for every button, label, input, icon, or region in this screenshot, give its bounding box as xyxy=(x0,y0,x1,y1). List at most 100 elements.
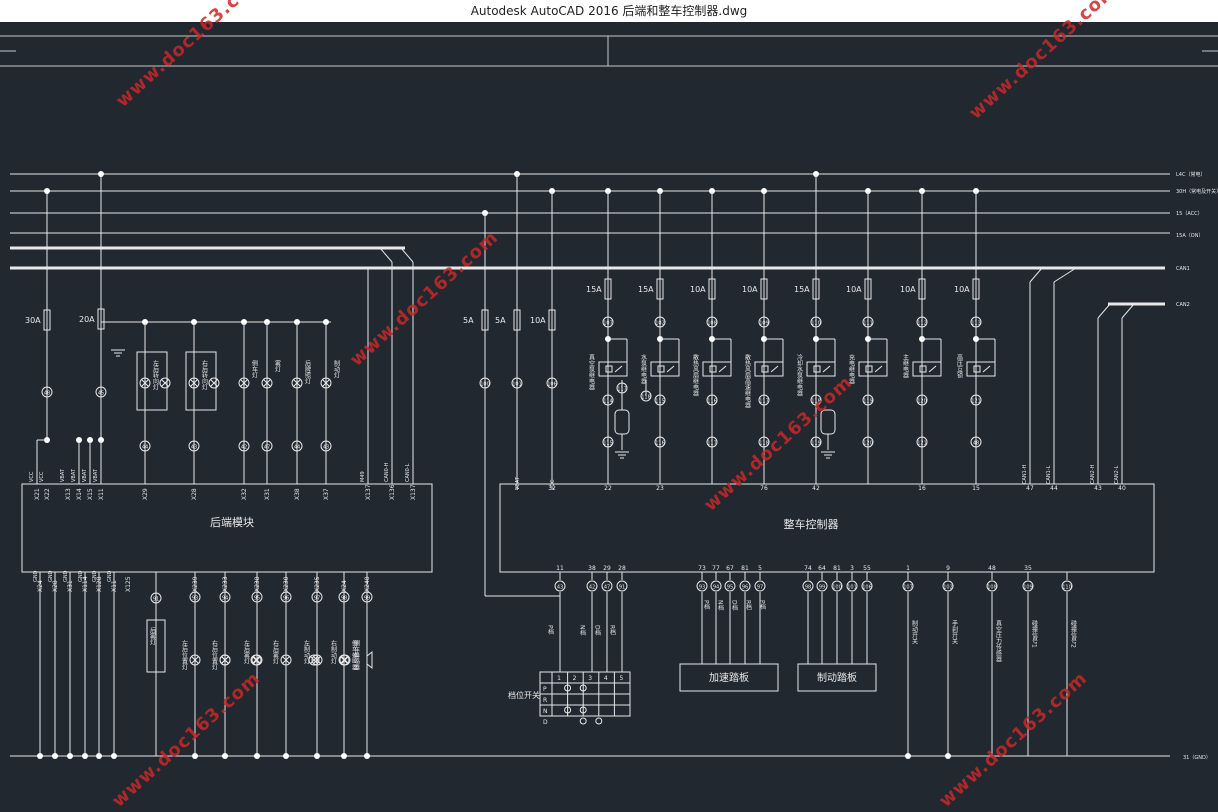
relay-icon[interactable] xyxy=(754,361,784,377)
rear-signal-label: VBAT xyxy=(71,468,77,482)
rear-pin-label-text: X13 xyxy=(65,488,72,500)
accel-pin-label: R档 xyxy=(745,600,752,611)
rear-pin-label-text: X21 xyxy=(34,488,41,500)
gear-label: R档 xyxy=(609,625,616,636)
junction-dot xyxy=(67,753,73,759)
gear-row-label: R xyxy=(543,697,547,704)
accel-pin-label: N档 xyxy=(717,600,724,612)
wire[interactable] xyxy=(1053,267,1077,283)
can-label: CAN1-H xyxy=(1022,464,1028,484)
brake-pedal-label: 制动踏板 xyxy=(817,671,857,684)
rear-pin-label-text: X137 xyxy=(410,484,417,500)
bus-label: CAN2 xyxy=(1176,302,1190,308)
rear-lamp-label: 雾灯 xyxy=(274,359,281,373)
bus-label: CAN1 xyxy=(1176,266,1190,272)
relay-icon[interactable] xyxy=(702,361,732,377)
wire-number: 99 xyxy=(364,596,370,602)
wire[interactable] xyxy=(400,247,414,263)
rear-signal-label-text: VBAT xyxy=(60,468,66,482)
drawing-canvas[interactable]: 后端模块 整车控制器 加速踏板 制动踏板 档位开关 L4C（常电） 30H（常电及… xyxy=(0,0,1218,799)
fuse-rating: 5A xyxy=(463,316,474,325)
wire-number: 117 xyxy=(707,441,717,447)
rear-signal-label-text: M49 xyxy=(360,471,366,482)
ground-pin-label: GND xyxy=(33,570,39,582)
wire-number: 101 xyxy=(847,585,857,591)
rear-pin-label-text: X14 xyxy=(76,488,83,500)
rear-pin-label: X13 xyxy=(65,488,72,500)
rear-pin-label-text: X11 xyxy=(98,488,105,500)
vcu-relay-label: 水泵继电器 xyxy=(640,353,647,385)
relay-icon[interactable] xyxy=(858,361,888,377)
vcu-pin-label: 76 xyxy=(760,485,768,492)
relay-contact xyxy=(982,365,991,373)
rear-pin-label-text: X136 xyxy=(389,484,396,500)
motor-icon[interactable] xyxy=(614,409,630,435)
gear-col-label: 5 xyxy=(619,675,623,682)
wire-number: 95 xyxy=(727,585,733,591)
buzzer-icon xyxy=(366,650,373,670)
ground-pin-label: GND xyxy=(78,570,84,582)
ground-pin-label: GND xyxy=(63,570,69,582)
rear-pin-label: X22 xyxy=(44,488,51,500)
relay-fuse-rating: 10A xyxy=(954,285,970,294)
vcu-pin-label: 38 xyxy=(588,565,596,572)
rear-signal-label: VBAT xyxy=(60,468,66,482)
rear-lamp-label: 左后转向灯 xyxy=(152,359,159,391)
wire-number: 91 xyxy=(619,585,625,591)
gear-switch-label: 档位开关 xyxy=(508,690,540,700)
accel-pin-label: P档 xyxy=(703,600,710,611)
vcu-pin-label: 3 xyxy=(850,565,854,572)
wire[interactable] xyxy=(1121,303,1135,319)
relay-icon[interactable] xyxy=(806,361,836,377)
junction-dot xyxy=(192,753,198,759)
bus-label: 15（ACC） xyxy=(1176,211,1203,217)
vcu-pin-label: 1 xyxy=(906,565,910,572)
wire-number: 48 xyxy=(973,441,979,447)
rear-lamp-label: 制动灯 xyxy=(333,359,340,379)
wire[interactable] xyxy=(379,247,393,263)
vcu-pin-label: 47 xyxy=(1026,485,1034,492)
vcu-pin-label: 9 xyxy=(946,565,950,572)
can-label: CAN2-L xyxy=(1114,465,1120,484)
rear-lamp-label: 右后位置灯 xyxy=(211,639,218,671)
wire-number: 108 xyxy=(987,585,997,591)
vcu-pin-label: 44 xyxy=(1050,485,1058,492)
can-label-text: CAN2-L xyxy=(1114,465,1120,484)
relay-contact xyxy=(718,365,727,373)
rear-pin-label: X137 xyxy=(365,484,372,500)
can-label: CAN1-L xyxy=(1046,465,1052,484)
relay-icon[interactable] xyxy=(598,361,628,377)
wire-number: 120 xyxy=(863,441,873,447)
vcu-pin-label: 29 xyxy=(603,565,611,572)
wire[interactable] xyxy=(1097,303,1111,319)
accelerator-pedal-label: 加速踏板 xyxy=(709,671,749,684)
wire-number: 121 xyxy=(917,441,927,447)
wire-number: 42 xyxy=(241,445,247,451)
rear-signal-label-text: CAN0-L xyxy=(405,463,411,482)
relay-contact xyxy=(666,365,675,373)
relay-icon[interactable] xyxy=(650,361,680,377)
rear-pin-label: X29 xyxy=(142,488,149,500)
rear-signal-label-text: VCC xyxy=(29,471,35,482)
relay-icon[interactable] xyxy=(912,361,942,377)
bus-label: 30H（常电及开关） xyxy=(1176,188,1218,195)
junction-dot xyxy=(283,753,289,759)
wire-number: 119 xyxy=(863,399,873,405)
rear-lamp-label: 左后雾灯 xyxy=(243,639,250,665)
wire[interactable] xyxy=(1029,267,1043,283)
wire-number: 116 xyxy=(655,441,665,447)
wire-number: 113 xyxy=(971,321,981,327)
wire-number: 96 xyxy=(742,585,748,591)
gear-col-label: 3 xyxy=(588,675,592,682)
relay-icon[interactable] xyxy=(966,361,996,377)
accel-pin-label: P档 xyxy=(759,600,766,611)
gear-col-label: 4 xyxy=(604,675,608,682)
wire-number: 97 xyxy=(757,585,763,591)
wire-number: 42 xyxy=(589,585,595,591)
relay-coil xyxy=(709,365,717,373)
gear-col-label: 1 xyxy=(557,675,561,682)
vcu-relay-label: 主继电器 xyxy=(902,353,909,379)
vcu-pin-label: 81 xyxy=(741,565,749,572)
bus-label: 15A（ON） xyxy=(1176,233,1203,239)
rear-pin-label-text: X31 xyxy=(264,488,271,500)
